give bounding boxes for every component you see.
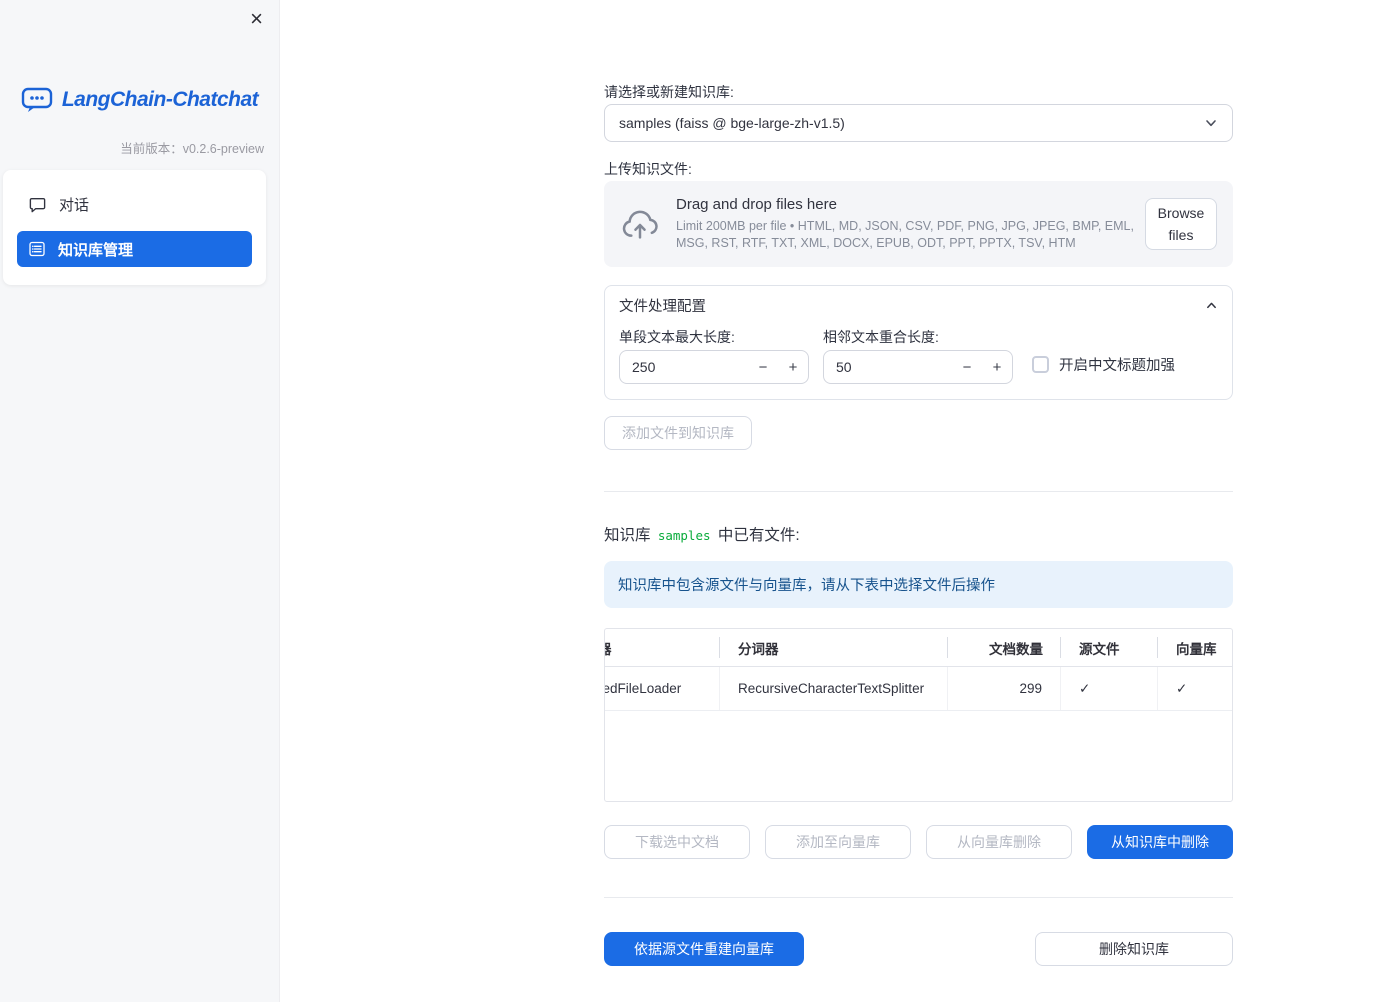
version-value: v0.2.6-preview (182, 142, 264, 156)
existing-files-heading: 知识库 samples 中已有文件: (604, 523, 800, 545)
delete-from-kb-button[interactable]: 从知识库中删除 (1087, 825, 1233, 859)
chevron-up-icon (1205, 299, 1218, 312)
files-table-header: 器 分词器 文档数量 源文件 向量库 (605, 629, 1232, 667)
sidebar-item-label: 知识库管理 (58, 241, 134, 259)
main-content: 请选择或新建知识库: samples (faiss @ bge-large-zh… (280, 0, 1380, 1002)
zh-title-enhance-label: 开启中文标题加强 (1059, 358, 1175, 374)
info-banner-text: 知识库中包含源文件与向量库，请从下表中选择文件后操作 (618, 578, 995, 594)
chevron-down-icon (1204, 116, 1218, 130)
plus-step-button[interactable]: + (778, 359, 808, 376)
sidebar-item-kb-management[interactable]: 知识库管理 (17, 231, 252, 267)
column-header-doc-count[interactable]: 文档数量 (948, 629, 1061, 666)
upload-cloud-icon (620, 208, 660, 240)
info-banner: 知识库中包含源文件与向量库，请从下表中选择文件后操作 (604, 561, 1233, 608)
kb-select-label: 请选择或新建知识库: (604, 84, 734, 100)
add-files-to-kb-button[interactable]: 添加文件到知识库 (604, 416, 752, 450)
sidebar-item-dialogue[interactable]: 对话 (17, 186, 252, 222)
add-to-vector-store-button[interactable]: 添加至向量库 (765, 825, 911, 859)
minus-step-button[interactable]: − (748, 359, 778, 376)
chunk-size-input[interactable]: 250 − + (619, 350, 809, 384)
sidebar: × LangChain-Chatchat 当前版本：v0.2.6-preview… (0, 0, 280, 1002)
cell-loader: redFileLoader (605, 667, 720, 710)
overlap-size-input[interactable]: 50 − + (823, 350, 1013, 384)
app-title: LangChain-Chatchat (61, 87, 259, 111)
chat-icon (29, 196, 46, 213)
overlap-size-value[interactable]: 50 (836, 359, 952, 375)
file-config-expander: 文件处理配置 单段文本最大长度: 250 − + 相邻文本重合长度: 50 − … (604, 285, 1233, 400)
file-config-title: 文件处理配置 (619, 298, 706, 315)
file-dropzone[interactable]: Drag and drop files here Limit 200MB per… (604, 181, 1233, 267)
download-selected-button[interactable]: 下载选中文档 (604, 825, 750, 859)
list-icon (29, 241, 45, 257)
overlap-size-label: 相邻文本重合长度: (823, 329, 939, 345)
column-header-vector-store[interactable]: 向量库 (1158, 629, 1232, 666)
dropzone-title: Drag and drop files here (676, 196, 837, 214)
chunk-size-value[interactable]: 250 (632, 359, 748, 375)
dropzone-text: Drag and drop files here Limit 200MB per… (676, 196, 1145, 252)
delete-kb-button[interactable]: 删除知识库 (1035, 932, 1233, 966)
sidebar-close-icon[interactable]: × (246, 4, 267, 34)
cell-doc-count: 299 (948, 667, 1061, 710)
cell-vector-store-check: ✓ (1176, 680, 1188, 696)
logo-chat-icon (21, 86, 53, 113)
kb-select-value: samples (faiss @ bge-large-zh-v1.5) (619, 115, 845, 131)
plus-step-button[interactable]: + (982, 359, 1012, 376)
zh-title-enhance-option: 开启中文标题加强 (1032, 354, 1175, 375)
delete-from-vector-store-button[interactable]: 从向量库删除 (926, 825, 1072, 859)
file-config-expander-header[interactable]: 文件处理配置 (605, 286, 1232, 324)
rebuild-vector-store-button[interactable]: 依据源文件重建向量库 (604, 932, 804, 966)
version-label: 当前版本： (120, 142, 183, 156)
existing-files-suffix: 中已有文件: (717, 527, 800, 544)
upload-label: 上传知识文件: (604, 161, 692, 177)
browse-files-button[interactable]: Browse files (1145, 198, 1217, 250)
zh-title-enhance-checkbox[interactable] (1032, 356, 1049, 373)
table-row[interactable]: redFileLoader RecursiveCharacterTextSpli… (605, 667, 1232, 711)
cell-splitter: RecursiveCharacterTextSplitter (720, 667, 948, 710)
column-header-source-file[interactable]: 源文件 (1061, 629, 1158, 666)
dropzone-limit-text: Limit 200MB per file • HTML, MD, JSON, C… (676, 219, 1134, 250)
sidebar-item-label: 对话 (59, 196, 90, 214)
chunk-size-label: 单段文本最大长度: (619, 329, 735, 345)
sidebar-menu: 对话 知识库管理 (3, 170, 266, 285)
existing-files-prefix: 知识库 (604, 527, 651, 544)
cell-source-file-check: ✓ (1061, 667, 1158, 710)
files-table: 器 分词器 文档数量 源文件 向量库 redFileLoader Recursi… (604, 628, 1233, 802)
version-text: 当前版本：v0.2.6-preview (120, 138, 264, 157)
divider (604, 491, 1233, 492)
kb-name-code: samples (657, 528, 711, 543)
app-logo: LangChain-Chatchat (0, 86, 279, 113)
kb-select-dropdown[interactable]: samples (faiss @ bge-large-zh-v1.5) (604, 104, 1233, 142)
column-header-splitter[interactable]: 分词器 (720, 629, 948, 666)
column-header-loader[interactable]: 器 (605, 629, 720, 666)
divider (604, 897, 1233, 898)
minus-step-button[interactable]: − (952, 359, 982, 376)
